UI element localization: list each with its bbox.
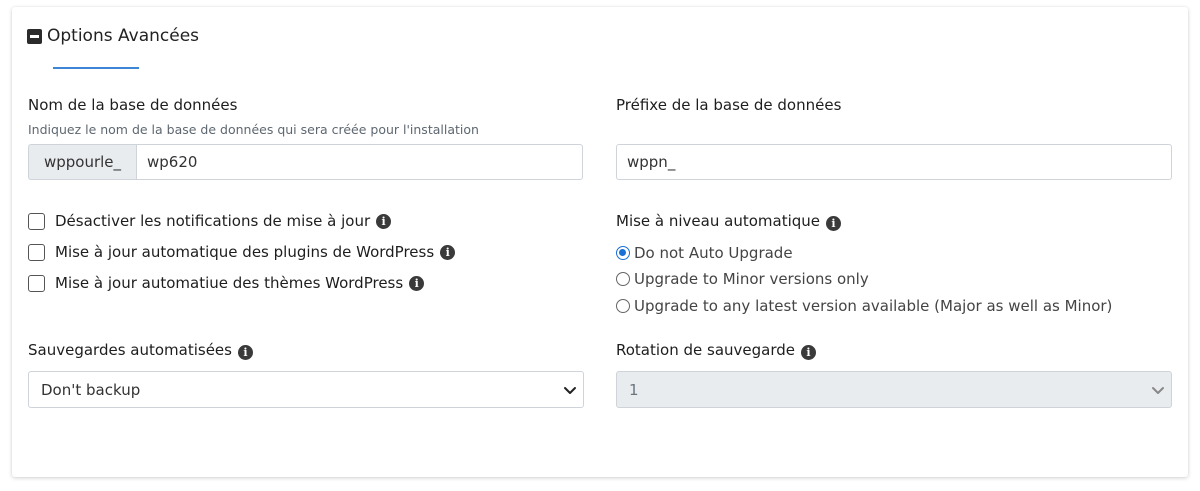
- radio-row-minor-upgrade[interactable]: Upgrade to Minor versions only: [616, 269, 869, 289]
- auto-upgrade-label: Mise à niveau automatique i: [616, 212, 841, 231]
- auto-update-plugins-checkbox[interactable]: [28, 243, 45, 261]
- rotation-label-text: Rotation de sauvegarde: [616, 341, 796, 359]
- checkbox-label: Mise à jour automatique des plugins de W…: [55, 243, 435, 261]
- rotation-select[interactable]: 1: [616, 371, 1172, 408]
- info-icon[interactable]: i: [440, 244, 456, 260]
- db-name-label: Nom de la base de données: [28, 96, 238, 114]
- checkbox-row-auto-update-themes[interactable]: Mise à jour automatiue des thèmes WordPr…: [28, 273, 425, 293]
- checkbox-row-disable-notifications[interactable]: Désactiver les notifications de mise à j…: [28, 211, 392, 231]
- section-title-underline: [53, 67, 139, 69]
- info-icon[interactable]: i: [826, 216, 841, 231]
- db-name-input[interactable]: [136, 144, 583, 180]
- info-icon[interactable]: i: [376, 213, 392, 229]
- no-auto-upgrade-radio[interactable]: [616, 246, 630, 260]
- advanced-options-card: Options Avancées Nom de la base de donné…: [12, 7, 1188, 477]
- radio-label: Upgrade to any latest version available …: [634, 297, 1113, 315]
- info-icon[interactable]: i: [801, 345, 817, 360]
- chevron-down-icon: [1152, 387, 1164, 394]
- section-title: Options Avancées: [47, 26, 200, 46]
- db-name-input-group: wppourle_: [28, 144, 583, 180]
- rotation-label: Rotation de sauvegarde i: [616, 341, 817, 360]
- radio-row-no-auto-upgrade[interactable]: Do not Auto Upgrade: [616, 243, 793, 263]
- radio-label: Upgrade to Minor versions only: [634, 270, 869, 288]
- backups-label: Sauvegardes automatisées i: [28, 341, 253, 360]
- checkbox-label: Mise à jour automatiue des thèmes WordPr…: [55, 274, 404, 292]
- backups-selected-value: Don't backup: [41, 380, 141, 399]
- radio-row-any-upgrade[interactable]: Upgrade to any latest version available …: [616, 296, 1112, 316]
- section-header[interactable]: Options Avancées: [27, 24, 199, 48]
- radio-label: Do not Auto Upgrade: [634, 244, 793, 262]
- minor-upgrade-radio[interactable]: [616, 272, 630, 286]
- backups-label-text: Sauvegardes automatisées: [28, 341, 232, 359]
- db-prefix-input[interactable]: [616, 144, 1172, 180]
- db-name-hint: Indiquez le nom de la base de données qu…: [28, 122, 479, 137]
- db-name-prefix-addon: wppourle_: [28, 144, 136, 180]
- checkbox-row-auto-update-plugins[interactable]: Mise à jour automatique des plugins de W…: [28, 242, 456, 262]
- info-icon[interactable]: i: [237, 345, 253, 360]
- any-upgrade-radio[interactable]: [616, 299, 630, 313]
- db-prefix-label: Préfixe de la base de données: [616, 96, 842, 114]
- info-icon[interactable]: i: [409, 275, 425, 291]
- chevron-down-icon: [564, 387, 576, 394]
- auto-upgrade-label-text: Mise à niveau automatique: [616, 212, 820, 230]
- minus-square-icon[interactable]: [27, 28, 42, 44]
- auto-update-themes-checkbox[interactable]: [28, 274, 45, 292]
- checkbox-label: Désactiver les notifications de mise à j…: [55, 212, 371, 230]
- backups-select[interactable]: Don't backup: [28, 371, 584, 408]
- rotation-selected-value: 1: [629, 380, 639, 399]
- disable-notifications-checkbox[interactable]: [28, 212, 45, 230]
